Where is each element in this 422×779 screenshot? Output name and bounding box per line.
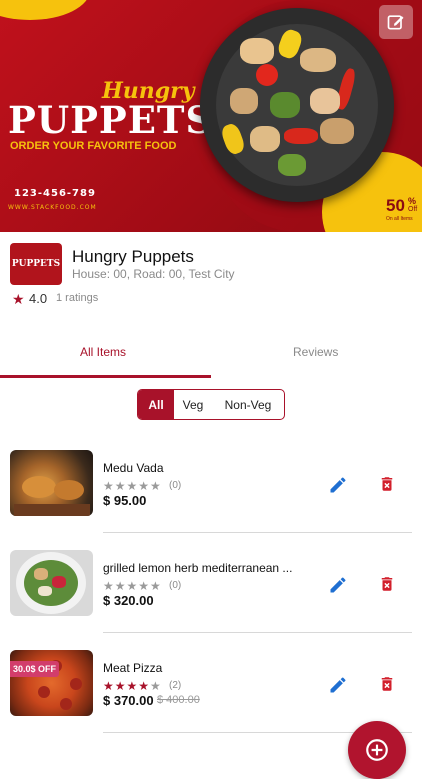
delete-item-button[interactable]: [377, 573, 397, 595]
star-icon: ★: [12, 291, 25, 307]
discount-note: On all Items: [386, 216, 413, 222]
item-rating-stars: ★★★★★: [103, 679, 162, 693]
item-rating-count: (2): [169, 680, 182, 691]
item-name: grilled lemon herb mediterranean ...: [103, 561, 293, 575]
discount-unit: %: [408, 196, 417, 206]
item-price: $ 370.00: [103, 693, 154, 708]
banner-subtitle: ORDER YOUR FAVORITE FOOD: [10, 140, 177, 152]
edit-square-icon: [387, 15, 404, 30]
discount-value: 50: [386, 196, 405, 215]
pencil-icon: [330, 477, 346, 493]
tab-reviews[interactable]: Reviews: [293, 345, 338, 359]
item-rating-count: (0): [169, 580, 182, 591]
edit-item-button[interactable]: [327, 474, 349, 496]
item-price: $ 95.00: [103, 493, 147, 508]
add-item-fab[interactable]: [348, 721, 406, 779]
restaurant-name: Hungry Puppets: [72, 247, 194, 266]
item-name: Medu Vada: [103, 461, 164, 475]
filter-veg[interactable]: Veg: [174, 390, 212, 419]
item-divider: [103, 632, 412, 633]
pencil-icon: [330, 677, 346, 693]
edit-banner-button[interactable]: [379, 5, 413, 39]
item-original-price: $ 400.00: [157, 694, 200, 706]
restaurant-address: House: 00, Road: 00, Test City: [72, 267, 235, 281]
food-image: [10, 450, 93, 516]
item-divider: [103, 532, 412, 533]
list-item[interactable]: Medu Vada ★★★★★ (0) $ 95.00: [0, 450, 422, 550]
item-price: $ 320.00: [103, 593, 154, 608]
tab-all-items[interactable]: All Items: [80, 345, 126, 359]
list-item[interactable]: grilled lemon herb mediterranean ... ★★★…: [0, 550, 422, 650]
restaurant-rating-count: 1 ratings: [56, 292, 99, 304]
food-image: [10, 550, 93, 616]
discount-off-label: Off: [408, 206, 418, 213]
restaurant-rating: 4.0: [29, 291, 48, 306]
restaurant-banner: Hungry PUPPETS ORDER YOUR FAVORITE FOOD …: [0, 0, 422, 232]
pencil-icon: [330, 577, 346, 593]
food-plate-image: [200, 8, 394, 202]
tab-active-indicator: [0, 375, 211, 378]
edit-item-button[interactable]: [327, 574, 349, 596]
banner-phone: 123-456-789: [14, 188, 96, 199]
delete-item-button[interactable]: [377, 673, 397, 695]
trash-icon: [381, 577, 393, 591]
banner-title: PUPPETS: [8, 98, 214, 142]
delete-item-button[interactable]: [377, 473, 397, 495]
banner-website: WWW.STACKFOOD.COM: [8, 204, 97, 211]
item-rating-stars: ★★★★★: [103, 479, 162, 493]
tab-bar: All Items Reviews: [0, 336, 422, 378]
food-image: [10, 650, 93, 716]
trash-icon: [381, 477, 393, 491]
discount-badge: 30.0$ OFF: [10, 661, 60, 677]
banner-decor-top: [0, 0, 90, 20]
item-rating-count: (0): [169, 480, 182, 491]
add-circle-icon: [366, 739, 388, 761]
restaurant-logo: PUPPETS: [10, 243, 62, 285]
filter-non-veg[interactable]: Non-Veg: [212, 390, 284, 419]
food-type-filter: All Veg Non-Veg: [137, 389, 285, 420]
trash-icon: [381, 677, 393, 691]
filter-all[interactable]: All: [138, 390, 174, 419]
item-rating-stars: ★★★★★: [103, 579, 162, 593]
edit-item-button[interactable]: [327, 674, 349, 696]
item-name: Meat Pizza: [103, 661, 163, 675]
restaurant-info: PUPPETS Hungry Puppets House: 00, Road: …: [0, 232, 422, 322]
